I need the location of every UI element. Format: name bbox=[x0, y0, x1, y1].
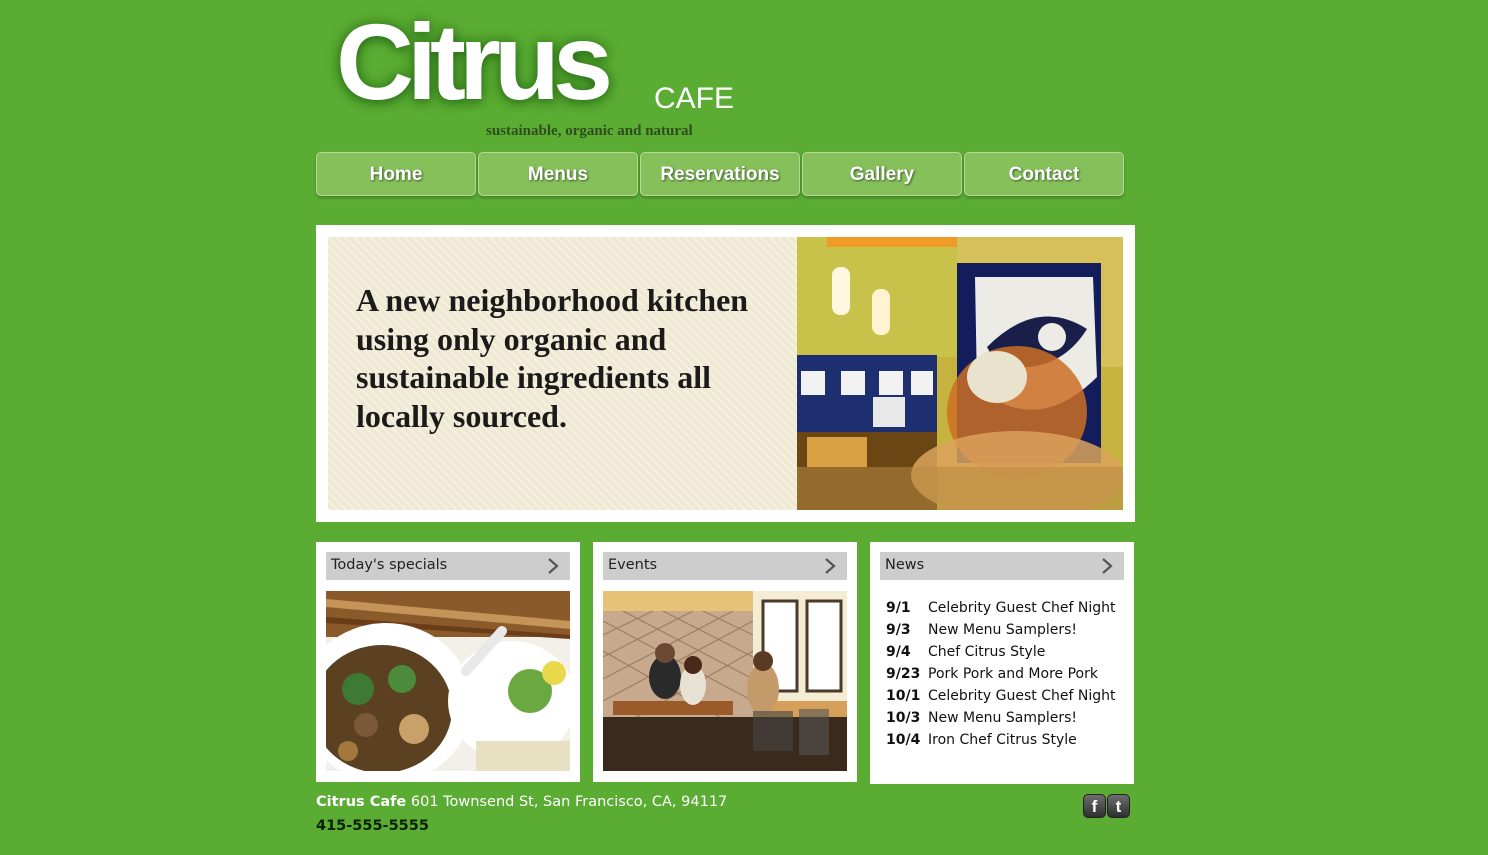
events-dining-photo bbox=[603, 591, 847, 771]
chevron-right-icon bbox=[1102, 558, 1113, 574]
news-panel: News 9/1 Celebrity Guest Chef Night 9/3 Ne… bbox=[870, 542, 1134, 784]
news-header[interactable]: News bbox=[880, 552, 1124, 580]
nav-home[interactable]: Home bbox=[316, 152, 476, 196]
news-item[interactable]: 9/3 New Menu Samplers! bbox=[886, 619, 1126, 641]
news-text: Chef Citrus Style bbox=[928, 644, 1046, 660]
news-list: 9/1 Celebrity Guest Chef Night 9/3 New Men… bbox=[886, 597, 1126, 751]
logo-wordmark: Citrus bbox=[336, 1, 613, 122]
footer-cafe-name: Citrus Cafe bbox=[316, 794, 407, 810]
events-header[interactable]: Events bbox=[603, 552, 847, 580]
hero-headline: A new neighborhood kitchen using only or… bbox=[356, 282, 749, 434]
news-text: Iron Chef Citrus Style bbox=[928, 732, 1077, 748]
news-item[interactable]: 10/4 Iron Chef Citrus Style bbox=[886, 729, 1126, 751]
specials-header[interactable]: Today's specials bbox=[326, 552, 570, 580]
news-date: 9/1 bbox=[886, 600, 911, 616]
news-text: Celebrity Guest Chef Night bbox=[928, 688, 1116, 704]
footer-phone: 415-555-5555 bbox=[316, 818, 429, 834]
news-item[interactable]: 10/1 Celebrity Guest Chef Night bbox=[886, 685, 1126, 707]
news-item[interactable]: 9/1 Celebrity Guest Chef Night bbox=[886, 597, 1126, 619]
facebook-icon[interactable]: f bbox=[1083, 794, 1106, 818]
news-item[interactable]: 9/23 Pork Pork and More Pork bbox=[886, 663, 1126, 685]
chevron-right-icon bbox=[825, 558, 836, 574]
news-date: 9/3 bbox=[886, 622, 911, 638]
nav-gallery[interactable]: Gallery bbox=[802, 152, 962, 196]
hero-chef-photo bbox=[797, 237, 1123, 510]
footer-address: Citrus Cafe 601 Townsend St, San Francis… bbox=[316, 794, 727, 810]
news-date: 9/23 bbox=[886, 666, 921, 682]
news-text: New Menu Samplers! bbox=[928, 710, 1078, 726]
news-text: Pork Pork and More Pork bbox=[928, 666, 1098, 682]
news-date: 10/3 bbox=[886, 710, 921, 726]
logo-cafe: CAFE bbox=[654, 82, 735, 115]
news-title: News bbox=[885, 557, 925, 573]
news-date: 10/1 bbox=[886, 688, 921, 704]
news-text: New Menu Samplers! bbox=[928, 622, 1078, 638]
specials-soup-photo bbox=[326, 591, 570, 771]
nav-contact[interactable]: Contact bbox=[964, 152, 1124, 196]
nav-menus[interactable]: Menus bbox=[478, 152, 638, 196]
hero-banner: A new neighborhood kitchen using only or… bbox=[316, 225, 1135, 522]
hero-text-panel: A new neighborhood kitchen using only or… bbox=[328, 237, 798, 510]
news-date: 10/4 bbox=[886, 732, 921, 748]
events-panel: Events bbox=[593, 542, 857, 782]
twitter-icon[interactable]: t bbox=[1107, 794, 1130, 818]
news-item[interactable]: 9/4 Chef Citrus Style bbox=[886, 641, 1126, 663]
main-nav: Home Menus Reservations Gallery Contact bbox=[316, 152, 1136, 198]
site-logo[interactable]: Citrus CAFE sustainable, organic and nat… bbox=[336, 1, 756, 140]
specials-panel: Today's specials bbox=[316, 542, 580, 782]
news-text: Celebrity Guest Chef Night bbox=[928, 600, 1116, 616]
news-item[interactable]: 10/3 New Menu Samplers! bbox=[886, 707, 1126, 729]
news-date: 9/4 bbox=[886, 644, 911, 660]
page: Citrus CAFE sustainable, organic and nat… bbox=[316, 0, 1136, 855]
specials-title: Today's specials bbox=[331, 557, 448, 573]
chevron-right-icon bbox=[548, 558, 559, 574]
logo-tagline: sustainable, organic and natural bbox=[486, 123, 693, 139]
events-title: Events bbox=[608, 557, 658, 573]
nav-reservations[interactable]: Reservations bbox=[640, 152, 800, 196]
footer-street: 601 Townsend St, San Francisco, CA, 9411… bbox=[410, 794, 728, 810]
